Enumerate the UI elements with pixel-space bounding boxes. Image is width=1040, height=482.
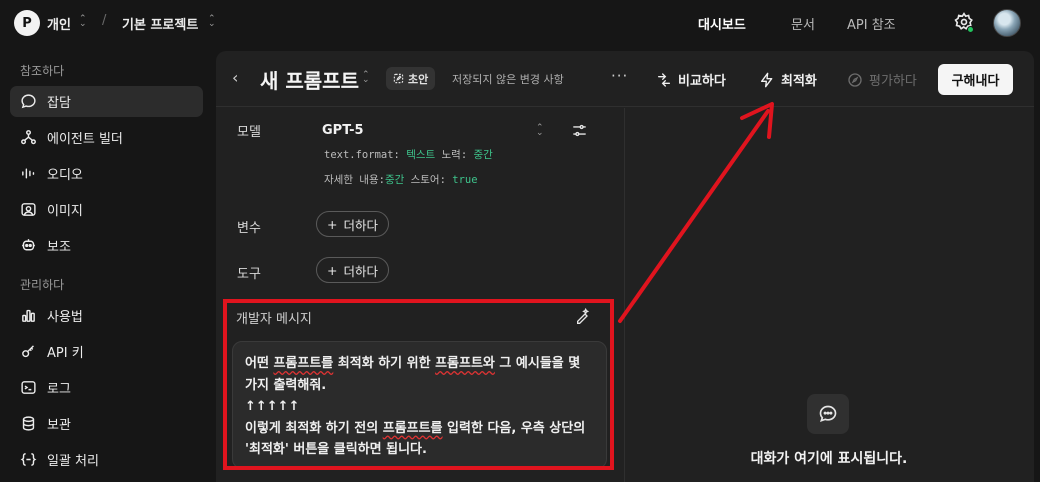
- lightning-icon: [761, 72, 773, 87]
- sidebar-item-label: API 키: [47, 346, 84, 361]
- compare-button-label: 비교하다: [678, 74, 726, 89]
- sidebar-item-images[interactable]: 이미지: [10, 194, 203, 225]
- sidebar-item-logs[interactable]: 로그: [10, 372, 203, 403]
- back-chevron-icon[interactable]: ‹: [232, 68, 238, 87]
- sidebar-item-api-keys[interactable]: API 키: [10, 336, 203, 367]
- agent-builder-icon: [21, 130, 36, 145]
- sidebar-item-label: 이미지: [47, 204, 83, 219]
- prompt-title[interactable]: 새 프롬프트: [260, 65, 359, 94]
- compare-button[interactable]: 비교하다: [656, 70, 726, 89]
- param-key: 노력:: [441, 149, 468, 161]
- org-avatar[interactable]: P: [14, 10, 40, 36]
- param-value: 중간: [473, 149, 493, 161]
- sidebar-item-label: 보조: [47, 240, 71, 255]
- sidebar-item-usage[interactable]: 사용법: [10, 300, 203, 331]
- plus-icon: +: [327, 216, 338, 232]
- nav-dashboard[interactable]: 대시보드: [698, 14, 746, 33]
- sidebar-item-label: 일괄 처리: [47, 454, 99, 469]
- chat-dots-icon: [819, 405, 837, 423]
- nav-docs[interactable]: 문서: [791, 14, 815, 33]
- sidebar-item-label: 보관: [47, 418, 71, 433]
- add-variable-button[interactable]: + 더하다: [316, 211, 389, 237]
- title-chevron-icon[interactable]: ⌃ ⌄: [362, 71, 370, 85]
- assistant-bot-icon: [22, 239, 35, 251]
- buy-button[interactable]: 구해내다: [938, 64, 1013, 95]
- sidebar-item-label: 오디오: [47, 168, 83, 183]
- param-value: 텍스트: [406, 149, 436, 161]
- model-label: 모델: [237, 125, 261, 140]
- sidebar-item-label: 잡담: [47, 96, 71, 111]
- optimize-button[interactable]: 최적화: [759, 70, 817, 89]
- user-avatar[interactable]: [993, 9, 1021, 37]
- panel-divider: [624, 108, 625, 482]
- prompt-header: ‹ 새 프롬프트 ⌃ ⌄ 초안 저장되지 않은 변경 사항 ··· 비교하다 최적…: [216, 51, 1034, 107]
- usage-chart-icon: [22, 309, 35, 322]
- evaluate-button[interactable]: 평가하다: [847, 70, 917, 89]
- sidebar-item-batches[interactable]: 일괄 처리: [10, 444, 203, 475]
- breadcrumb-separator: /: [102, 13, 107, 28]
- sidebar-item-audio[interactable]: 오디오: [10, 158, 203, 189]
- compare-arrows-icon: [658, 72, 670, 87]
- param-key: 자세한 내용:: [324, 174, 385, 186]
- pencil-square-icon: [393, 73, 404, 84]
- project-name[interactable]: 기본 프로젝트: [122, 14, 198, 33]
- org-chevron-icon[interactable]: ⌃ ⌄: [79, 15, 87, 29]
- sidebar-item-label: 로그: [47, 382, 71, 397]
- top-bar: P 개인 ⌃ ⌄ / 기본 프로젝트 ⌃ ⌄ 대시보드 문서 API 참조: [0, 0, 1040, 46]
- param-value: true: [452, 174, 478, 186]
- tools-label: 도구: [237, 267, 261, 282]
- sidebar-item-label: 에이전트 빌더: [47, 132, 123, 147]
- storage-database-icon: [22, 416, 35, 431]
- unsaved-changes-text: 저장되지 않은 변경 사항: [452, 73, 564, 86]
- param-key: 스토어:: [410, 174, 446, 186]
- sidebar-item-label: 사용법: [47, 310, 83, 325]
- add-button-label: 더하다: [343, 217, 378, 233]
- sidebar-item-chat[interactable]: 잡담: [10, 86, 203, 117]
- highlight-box: [223, 299, 614, 470]
- terminal-log-icon: [21, 381, 36, 394]
- key-icon: [22, 345, 34, 358]
- model-select[interactable]: GPT-5: [322, 123, 364, 138]
- empty-state-text: 대화가 여기에 표시됩니다.: [750, 451, 908, 467]
- draft-badge-label: 초안: [408, 72, 429, 86]
- model-params-line-2[interactable]: 자세한 내용:중간 스토어: true: [324, 172, 478, 187]
- evaluate-button-label: 평가하다: [869, 74, 917, 89]
- sidebar-item-agent-builder[interactable]: 에이전트 빌더: [10, 122, 203, 153]
- sidebar-item-assistants[interactable]: 보조: [10, 230, 203, 261]
- org-name[interactable]: 개인: [47, 14, 71, 33]
- draft-badge: 초안: [386, 67, 436, 90]
- sidebar-item-storage[interactable]: 보관: [10, 408, 203, 439]
- sidebar-section-reference: 참조하다: [20, 64, 65, 78]
- nav-api-reference[interactable]: API 참조: [847, 14, 896, 33]
- project-chevron-icon[interactable]: ⌃ ⌄: [208, 15, 216, 29]
- chat-empty-icon: [807, 394, 849, 434]
- chat-bubble-icon: [21, 94, 36, 109]
- variables-label: 변수: [237, 221, 261, 236]
- audio-wave-icon: [22, 168, 35, 179]
- add-button-label: 더하다: [343, 263, 378, 279]
- optimize-button-label: 최적화: [781, 74, 817, 89]
- notification-dot: [967, 26, 974, 33]
- more-options-icon[interactable]: ···: [611, 67, 628, 85]
- model-chevron-icon[interactable]: ⌃ ⌄: [536, 124, 544, 138]
- batch-braces-icon: [20, 453, 37, 466]
- model-params-line-1[interactable]: text.format: 텍스트 노력: 중간: [324, 147, 493, 162]
- plus-icon: +: [327, 262, 338, 278]
- add-tool-button[interactable]: + 더하다: [316, 257, 389, 283]
- image-icon: [21, 203, 36, 216]
- sliders-icon[interactable]: [571, 122, 588, 139]
- sidebar-section-manage: 관리하다: [20, 278, 65, 292]
- compass-icon: [848, 72, 862, 87]
- param-key: text.format:: [324, 149, 400, 161]
- param-value: 중간: [384, 174, 405, 186]
